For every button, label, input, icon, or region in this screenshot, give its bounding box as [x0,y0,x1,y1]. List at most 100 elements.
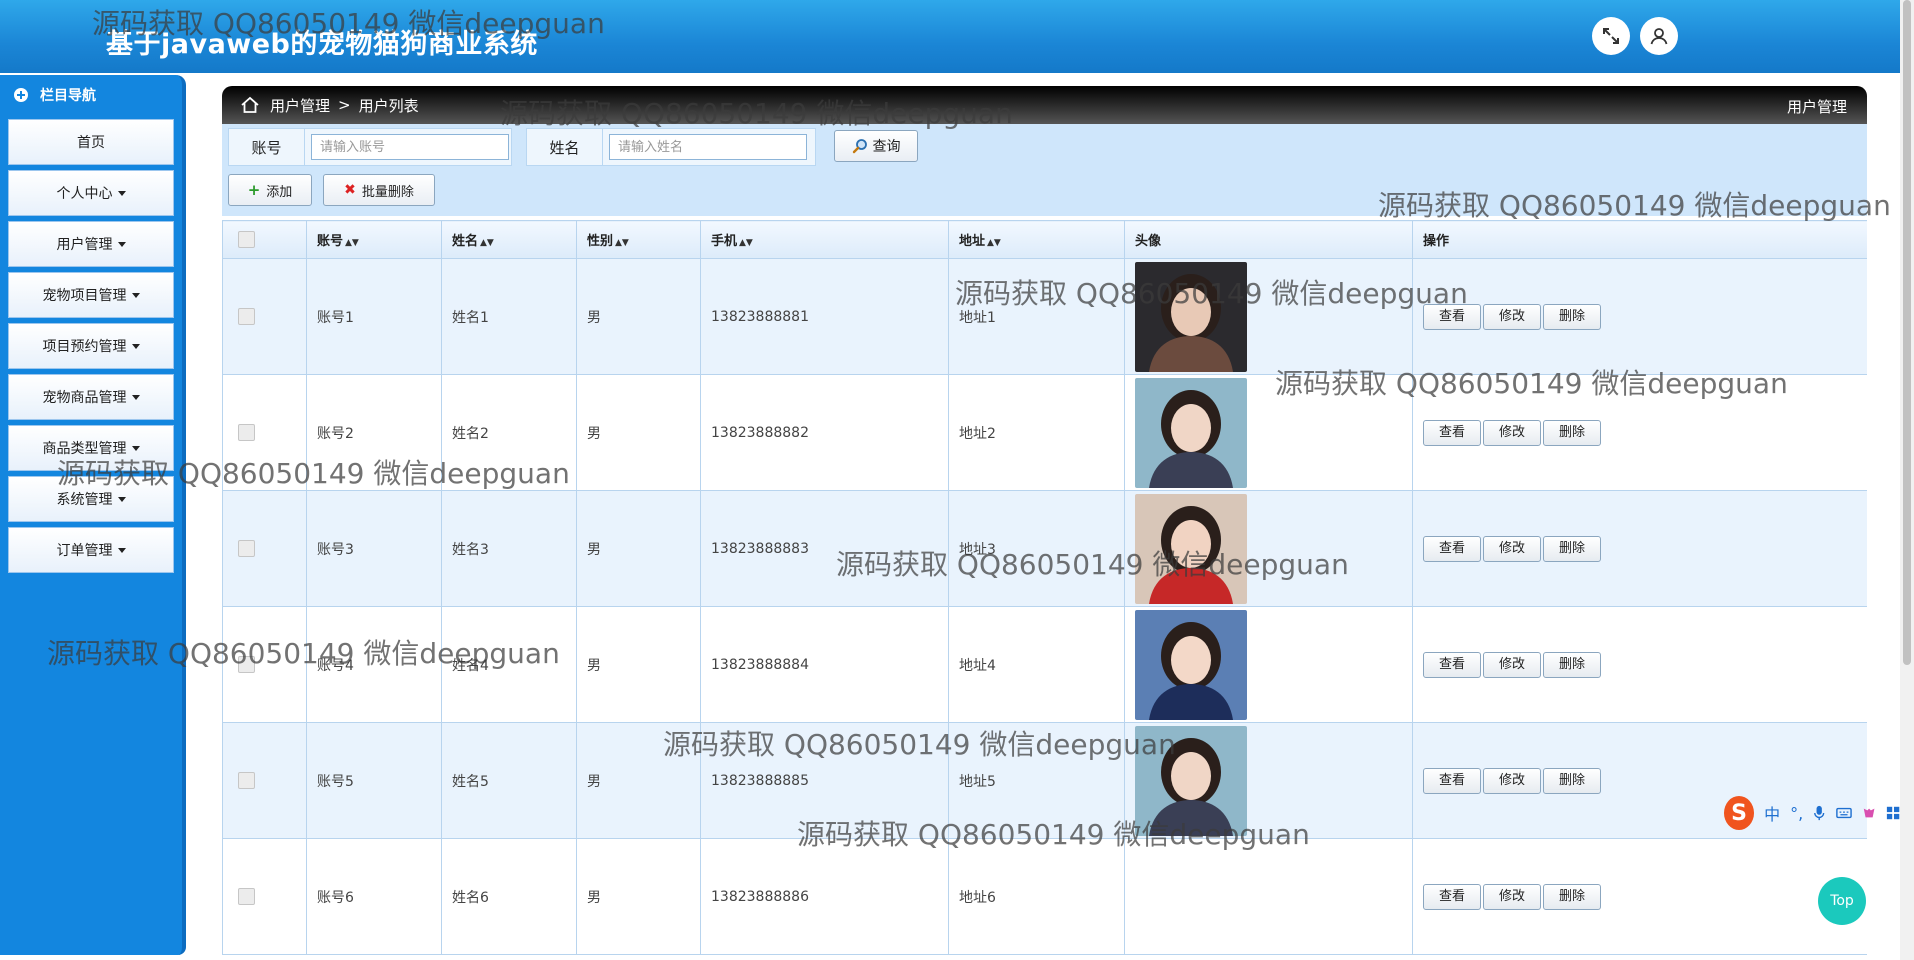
name-search-input[interactable] [609,134,807,160]
view-button[interactable]: 查看 [1423,767,1481,794]
view-button[interactable]: 查看 [1423,303,1481,330]
ime-toolbar: S 中 °, [1722,795,1900,831]
cell-phone: 13823888884 [700,606,949,723]
avatar-image[interactable] [1135,493,1247,604]
cell-avatar [1124,258,1413,375]
sidebar-item-label: 宠物商品管理 [42,390,127,406]
column-header-gender[interactable]: 性别 ▲▼ [576,220,701,259]
apps-grid-icon[interactable] [1886,805,1900,821]
row-checkbox[interactable] [238,656,255,673]
edit-button[interactable]: 修改 [1483,883,1541,910]
sidebar-item-label: 订单管理 [56,543,113,559]
row-checkbox[interactable] [238,424,255,441]
row-checkbox[interactable] [238,308,255,325]
view-button[interactable]: 查看 [1423,419,1481,446]
row-checkbox[interactable] [238,888,255,905]
view-button[interactable]: 查看 [1423,651,1481,678]
batch-delete-button[interactable]: ✖ 批量删除 [323,174,435,206]
row-select-cell [222,606,307,723]
name-label: 姓名 [527,129,603,165]
add-label: 添加 [266,184,293,200]
plus-circle-icon [14,88,28,102]
batch-delete-label: 批量删除 [361,184,414,200]
sidebar-item[interactable]: 系统管理 [8,476,174,522]
avatar-image[interactable] [1135,609,1247,720]
view-button[interactable]: 查看 [1423,883,1481,910]
cell-account: 账号5 [306,722,442,839]
keyboard-icon[interactable] [1835,806,1852,820]
cell-account: 账号3 [306,490,442,607]
column-header-name[interactable]: 姓名 ▲▼ [441,220,577,259]
back-to-top-button[interactable]: Top [1818,877,1866,925]
row-checkbox[interactable] [238,772,255,789]
page-scrollbar[interactable] [1900,0,1914,960]
cell-account: 账号2 [306,374,442,491]
sidebar-item[interactable]: 首页 [8,119,174,165]
delete-button[interactable]: 删除 [1543,535,1601,562]
cell-phone: 13823888883 [700,490,949,607]
breadcrumb-separator: > [338,96,351,114]
home-icon[interactable] [240,95,260,115]
cell-address: 地址6 [948,838,1125,955]
account-search-input[interactable] [311,134,509,160]
query-button[interactable]: 查询 [834,130,918,162]
table-row: 账号3 姓名3 男 13823888883 地址3 查看 修改 删除 [222,490,1867,607]
edit-button[interactable]: 修改 [1483,767,1541,794]
sidebar-item-label: 商品类型管理 [42,441,127,457]
edit-button[interactable]: 修改 [1483,303,1541,330]
cell-address: 地址5 [948,722,1125,839]
delete-button[interactable]: 删除 [1543,883,1601,910]
column-header-account[interactable]: 账号 ▲▼ [306,220,442,259]
delete-button[interactable]: 删除 [1543,651,1601,678]
caret-down-icon [117,496,126,502]
cell-name: 姓名3 [441,490,577,607]
column-header-actions: 操作 [1412,220,1867,259]
sidebar-item[interactable]: 宠物项目管理 [8,272,174,318]
row-checkbox[interactable] [238,540,255,557]
sidebar-title: 栏目导航 [40,88,96,104]
edit-button[interactable]: 修改 [1483,535,1541,562]
add-button[interactable]: + 添加 [228,174,312,206]
column-header-phone[interactable]: 手机 ▲▼ [700,220,949,259]
select-all-checkbox[interactable] [238,231,255,248]
cell-address: 地址4 [948,606,1125,723]
avatar-image[interactable] [1135,261,1247,372]
cell-avatar [1124,606,1413,723]
sort-icon: ▲▼ [345,238,359,248]
scrollbar-thumb[interactable] [1903,0,1911,665]
caret-down-icon [131,343,140,349]
row-select-cell [222,374,307,491]
sidebar-item[interactable]: 用户管理 [8,221,174,267]
edit-button[interactable]: 修改 [1483,419,1541,446]
cell-actions: 查看 修改 删除 [1412,374,1867,491]
sidebar-item[interactable]: 个人中心 [8,170,174,216]
avatar-image[interactable] [1135,377,1247,488]
cell-name: 姓名5 [441,722,577,839]
cell-phone: 13823888885 [700,722,949,839]
avatar-image[interactable] [1135,725,1247,836]
sidebar-item[interactable]: 宠物商品管理 [8,374,174,420]
sidebar-item[interactable]: 项目预约管理 [8,323,174,369]
column-header-address[interactable]: 地址 ▲▼ [948,220,1125,259]
view-button[interactable]: 查看 [1423,535,1481,562]
sidebar-item[interactable]: 订单管理 [8,527,174,573]
ime-punctuation[interactable]: °, [1790,804,1803,823]
sidebar-item[interactable]: 商品类型管理 [8,425,174,471]
name-search-field: 姓名 [526,128,816,166]
sogou-logo-icon[interactable]: S [1724,796,1755,830]
user-button[interactable] [1640,17,1678,55]
search-icon [852,139,867,154]
caret-down-icon [131,292,140,298]
ime-language[interactable]: 中 [1764,801,1780,825]
delete-button[interactable]: 删除 [1543,419,1601,446]
microphone-icon[interactable] [1813,804,1825,822]
edit-button[interactable]: 修改 [1483,651,1541,678]
delete-button[interactable]: 删除 [1543,767,1601,794]
breadcrumb-item-users[interactable]: 用户管理 [270,95,330,116]
delete-button[interactable]: 删除 [1543,303,1601,330]
cell-phone: 13823888886 [700,838,949,955]
table-row: 账号5 姓名5 男 13823888885 地址5 查看 修改 删除 [222,722,1867,839]
close-icon: ✖ [344,182,356,198]
fullscreen-button[interactable] [1592,17,1630,55]
skin-icon[interactable] [1862,805,1876,821]
